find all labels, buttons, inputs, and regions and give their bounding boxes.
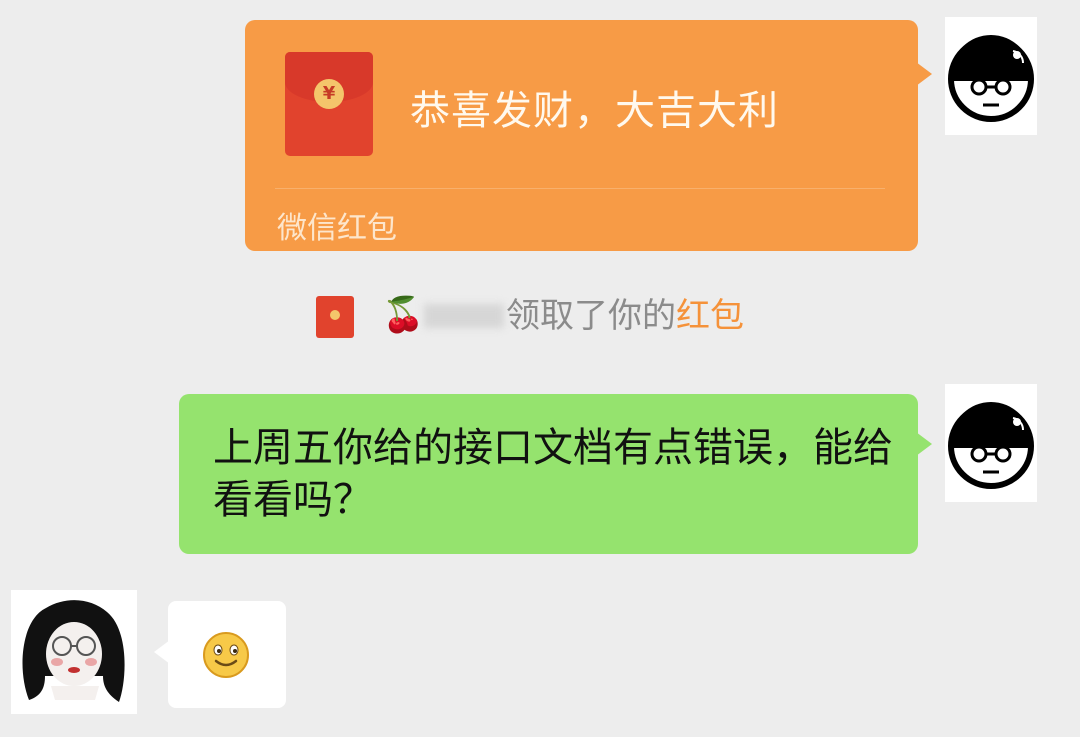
bubble-tail [916, 432, 932, 456]
notice-label: 领取了你的 [506, 296, 676, 336]
system-notice: 🍒 领取了你的红包 [316, 294, 796, 338]
red-packet-label: 微信红包 [277, 211, 397, 246]
divider [275, 188, 885, 189]
coin-dot [330, 310, 340, 320]
cartoon-face-icon [948, 35, 1034, 122]
red-envelope-icon: ¥ [285, 52, 373, 156]
avatar-self[interactable] [945, 17, 1037, 135]
person-with-glasses-icon [22, 600, 125, 702]
red-envelope-small-icon [316, 296, 354, 338]
message-bubble-sent[interactable]: 上周五你给的接口文档有点错误，能给看看吗？ [179, 394, 918, 554]
message-text: 上周五你给的接口文档有点错误，能给看看吗？ [213, 425, 893, 523]
cherry-emoji-icon: 🍒 [382, 295, 425, 335]
notice-text: 领取了你的红包 [506, 294, 744, 338]
bubble-tail [154, 640, 170, 664]
blurred-username [424, 304, 504, 328]
red-packet-greeting: 恭喜发财，大吉大利 [410, 88, 779, 134]
bubble-tail [916, 62, 932, 86]
cartoon-face-icon [948, 402, 1034, 489]
avatar-contact[interactable] [11, 590, 137, 714]
avatar-self[interactable] [945, 384, 1037, 502]
red-packet-bubble[interactable]: ¥ 恭喜发财，大吉大利 微信红包 [245, 20, 918, 251]
red-packet-link[interactable]: 红包 [676, 296, 744, 336]
message-bubble-received[interactable] [168, 601, 286, 708]
smile-emoji-icon [203, 632, 249, 678]
yuan-coin-icon: ¥ [314, 79, 344, 109]
